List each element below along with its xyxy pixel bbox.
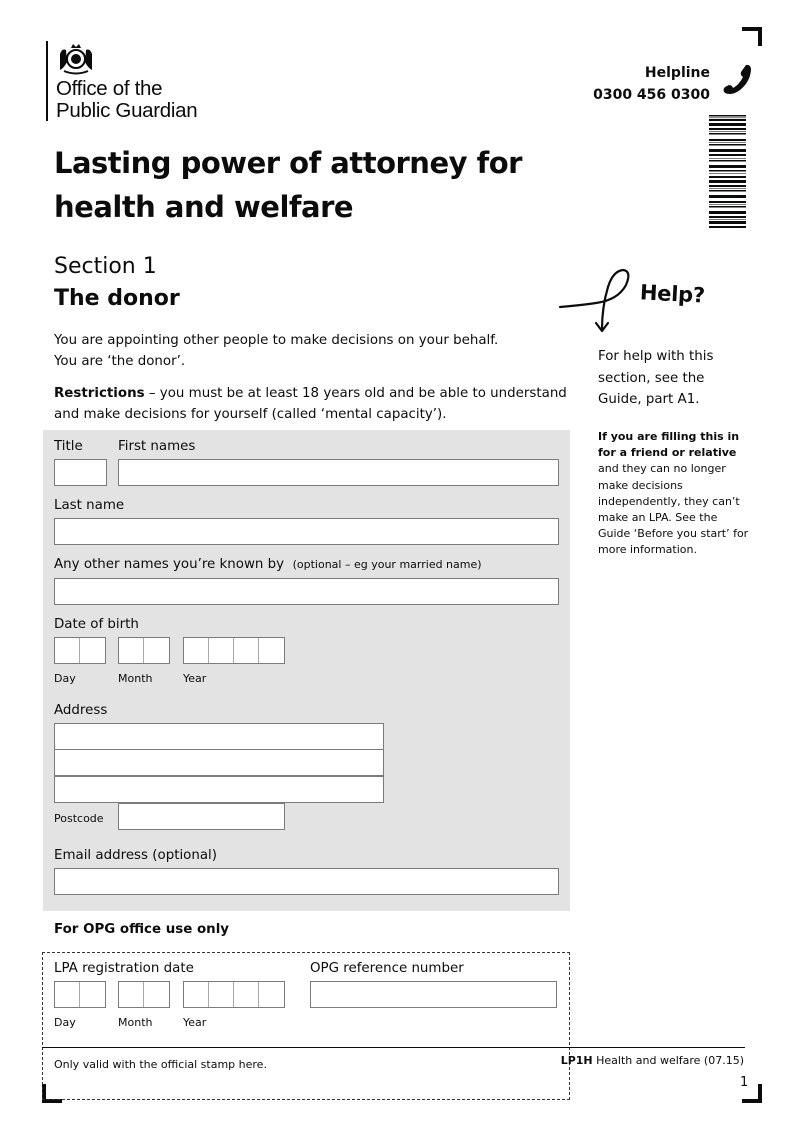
postcode-field[interactable]: [118, 803, 285, 830]
dob-label: Date of birth: [54, 617, 139, 632]
address-label: Address: [54, 703, 108, 718]
helpline-number[interactable]: 0300 456 0300: [593, 84, 710, 106]
crop-mark-bottom-right: [758, 1084, 762, 1103]
phone-icon: [723, 64, 751, 94]
title-field[interactable]: [54, 459, 107, 486]
help-title: Help?: [639, 280, 706, 308]
crop-mark-top-right: [758, 27, 762, 46]
reference-number-label: OPG reference number: [310, 961, 464, 976]
first-names-label: First names: [118, 439, 196, 454]
registration-day-field[interactable]: [54, 981, 106, 1008]
address-line-3[interactable]: [54, 776, 384, 803]
page-number: 1: [740, 1075, 749, 1090]
restrictions-text: Restrictions – you must be at least 18 y…: [54, 386, 567, 422]
title-label: Title: [54, 439, 83, 454]
last-name-field[interactable]: [54, 518, 559, 545]
dob-month-field[interactable]: [118, 637, 170, 664]
section-number: Section 1: [54, 254, 157, 279]
help-arrow-icon: [558, 268, 630, 333]
registration-date-label: LPA registration date: [54, 961, 194, 976]
registration-year-field[interactable]: [183, 981, 285, 1008]
section-name: The donor: [54, 286, 180, 311]
footer-rule: [42, 1047, 745, 1048]
help-note: If you are filling this in for a friend …: [598, 430, 749, 557]
address-line-1[interactable]: [54, 723, 384, 750]
registration-day-label: Day: [54, 1016, 76, 1029]
intro-text: You are appointing other people to make …: [54, 333, 499, 369]
document-title: Lasting power of attorney for health and…: [54, 146, 522, 224]
first-names-field[interactable]: [118, 459, 559, 486]
help-text: For help with this section, see the Guid…: [598, 349, 714, 407]
postcode-label: Postcode: [54, 812, 104, 825]
helpline: Helpline 0300 456 0300: [593, 62, 710, 106]
registration-month-label: Month: [118, 1016, 153, 1029]
dob-year-label: Year: [183, 672, 207, 685]
email-field[interactable]: [54, 868, 559, 895]
address-line-2[interactable]: [54, 749, 384, 776]
barcode: [709, 115, 746, 228]
last-name-label: Last name: [54, 498, 125, 513]
email-label: Email address (optional): [54, 848, 217, 863]
reference-number-field[interactable]: [310, 981, 557, 1008]
registration-year-label: Year: [183, 1016, 207, 1029]
royal-crest-icon: [60, 44, 92, 75]
dob-month-label: Month: [118, 672, 153, 685]
form-reference: LP1H Health and welfare (07.15): [560, 1054, 744, 1067]
dob-day-label: Day: [54, 672, 76, 685]
other-names-hint: (optional – eg your married name): [292, 558, 482, 571]
registration-month-field[interactable]: [118, 981, 170, 1008]
office-use-heading: For OPG office use only: [54, 922, 230, 937]
dob-day-field[interactable]: [54, 637, 106, 664]
dob-year-field[interactable]: [183, 637, 285, 664]
other-names-field[interactable]: [54, 578, 559, 605]
org-name: Office of the Public Guardian: [56, 77, 198, 122]
other-names-label: Any other names you’re known by (optiona…: [54, 557, 482, 572]
restrictions-label: Restrictions: [54, 386, 145, 401]
logo-divider: [46, 41, 48, 121]
stamp-text: Only valid with the official stamp here.: [54, 1058, 267, 1071]
helpline-label: Helpline: [644, 65, 710, 81]
